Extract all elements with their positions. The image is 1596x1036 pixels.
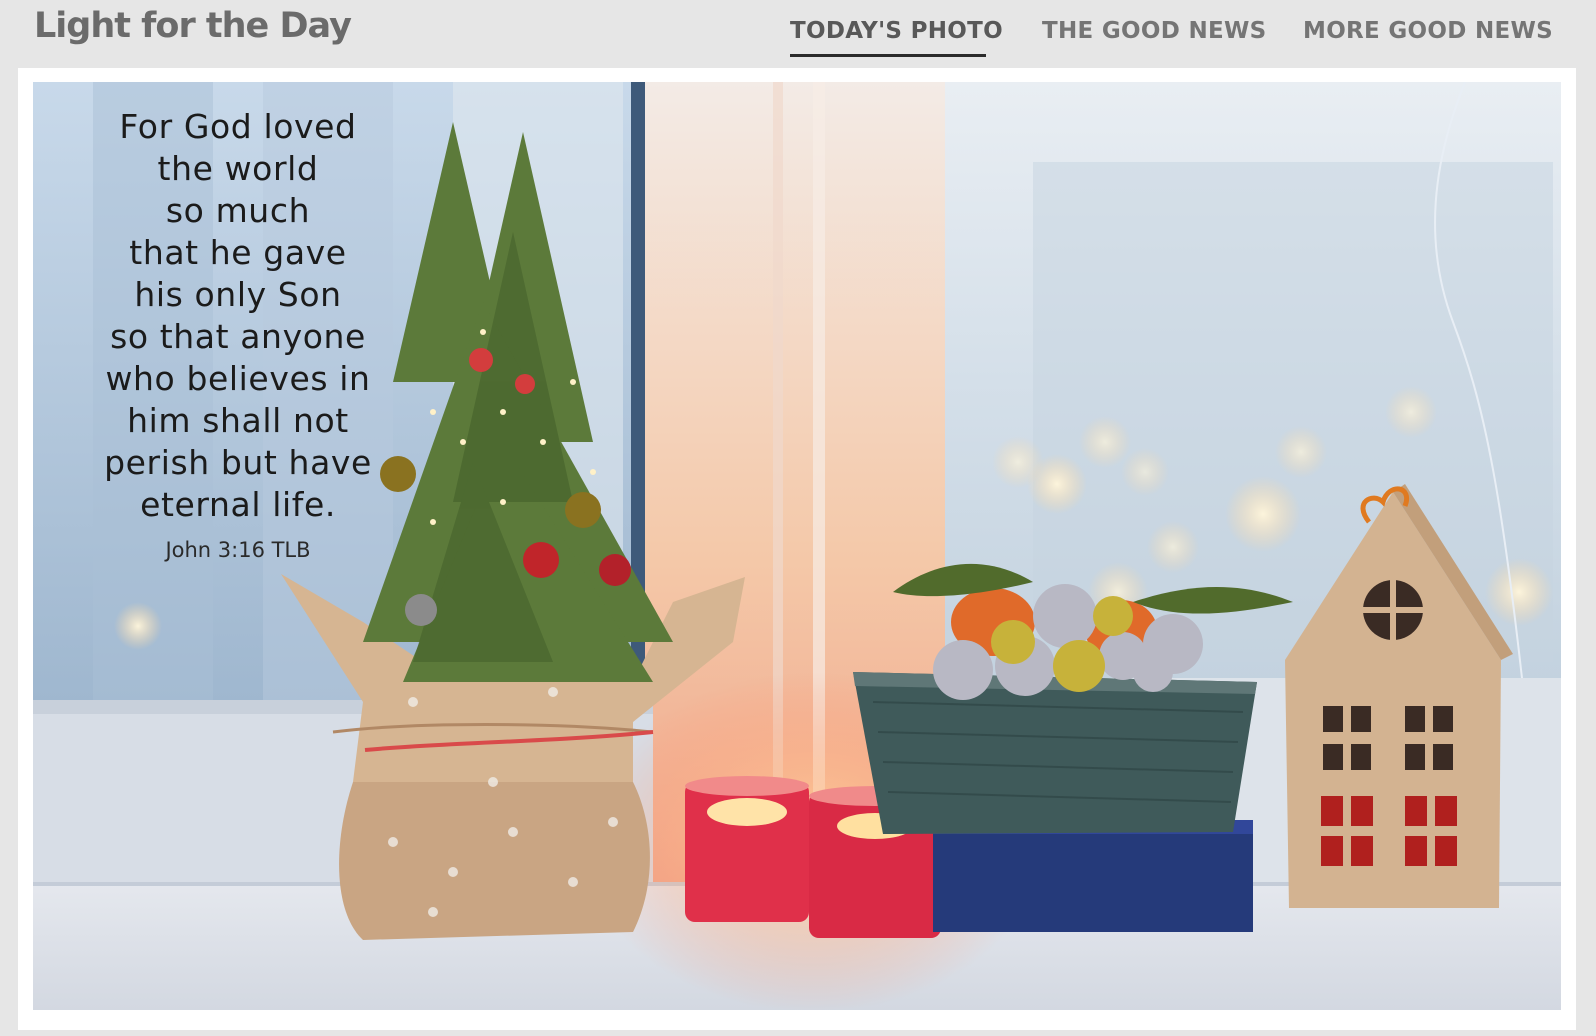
verse-text: For God loved the world so much that he … bbox=[104, 107, 372, 524]
daily-photo: For God loved the world so much that he … bbox=[33, 82, 1561, 1010]
nav-todays-photo[interactable]: TODAY'S PHOTO bbox=[790, 18, 1003, 44]
site-title[interactable]: Light for the Day bbox=[34, 6, 352, 46]
verse-reference: John 3:16 TLB bbox=[165, 538, 311, 562]
nav-active-underline bbox=[790, 54, 986, 57]
nav-more-good-news[interactable]: MORE GOOD NEWS bbox=[1303, 18, 1553, 44]
nav-the-good-news[interactable]: THE GOOD NEWS bbox=[1042, 18, 1267, 44]
top-bar: Light for the Day TODAY'S PHOTO THE GOOD… bbox=[0, 0, 1596, 66]
